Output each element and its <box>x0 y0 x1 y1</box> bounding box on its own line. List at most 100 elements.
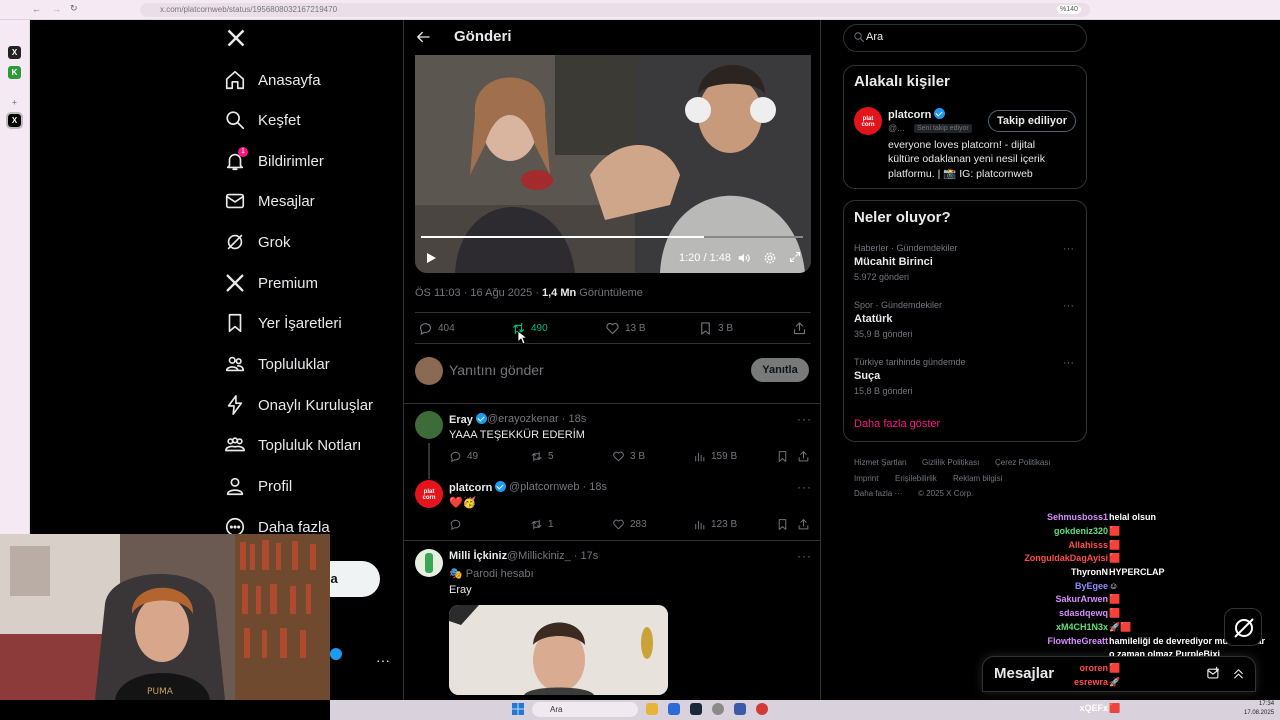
tab-kick-icon[interactable]: K <box>8 66 21 79</box>
back-icon[interactable]: ← <box>32 4 41 14</box>
footer-link[interactable]: Gizlilik Politikası <box>922 458 979 467</box>
footer-link[interactable]: Erişilebilirlik <box>895 474 937 483</box>
repost-action[interactable]: 5 <box>530 450 554 463</box>
nav-item-bookmarks[interactable]: Yer İşaretleri <box>224 308 342 338</box>
footer-more-link[interactable]: Daha fazla ··· <box>854 489 902 498</box>
new-tab-icon[interactable]: + <box>8 96 21 109</box>
more-icon[interactable]: ··· <box>797 480 812 494</box>
footer-link[interactable]: Çerez Politikası <box>995 458 1051 467</box>
nav-item-premium[interactable]: Premium <box>224 268 318 298</box>
grok-icon <box>1234 618 1254 638</box>
reply-action[interactable] <box>449 518 467 531</box>
reload-icon[interactable]: ↻ <box>70 3 78 14</box>
tab-x-active-icon[interactable]: X <box>6 112 23 129</box>
webcam-overlay: PUMA <box>0 534 330 700</box>
play-icon[interactable] <box>425 252 437 264</box>
platcorn-logo-avatar[interactable]: plat corn <box>854 107 882 135</box>
nav-item-verified-orgs[interactable]: Onaylı Kuruluşlar <box>224 390 373 420</box>
more-icon[interactable]: ··· <box>797 412 812 426</box>
reply-action[interactable]: 49 <box>449 450 478 463</box>
chat-line: Sehmusboss1 helal olsun <box>1000 512 1280 526</box>
grok-button[interactable] <box>1224 608 1262 646</box>
more-icon[interactable]: ··· <box>797 549 812 563</box>
related-name[interactable]: platcorn <box>888 108 946 121</box>
more-icon[interactable]: ··· <box>1063 357 1074 369</box>
gear-icon[interactable] <box>763 251 777 265</box>
footer-link[interactable]: Hizmet Şartları <box>854 458 907 467</box>
footer-link[interactable]: Reklam bilgisi <box>953 474 1002 483</box>
platcorn-logo-avatar[interactable]: plat corn <box>415 480 443 508</box>
tweet-media-image <box>449 605 668 695</box>
share-icon[interactable] <box>797 518 810 531</box>
tweet-author[interactable]: platcorn <box>449 481 507 494</box>
back-arrow-icon[interactable] <box>414 28 432 46</box>
chat-message: HYPERCLAP <box>1109 567 1165 577</box>
nav-item-explore[interactable]: Keşfet <box>224 105 301 135</box>
folder-icon[interactable] <box>646 703 658 715</box>
browser-taskbar-icon[interactable] <box>756 703 768 715</box>
obs-icon[interactable] <box>712 703 724 715</box>
nav-item-messages[interactable]: Mesajlar <box>224 186 315 216</box>
views-action[interactable]: 159 B <box>693 450 737 463</box>
chat-line: Allahisss 🟥 <box>1000 540 1280 554</box>
like-action[interactable]: 283 <box>612 518 647 531</box>
tweet-author[interactable]: Eray <box>449 413 487 426</box>
tweet-handle[interactable]: @erayozkenar · 18s <box>487 413 586 425</box>
like-action[interactable]: 13 B <box>605 321 646 336</box>
bookmark-icon[interactable] <box>776 450 789 463</box>
nav-item-notifications[interactable]: 1 Bildirimler <box>224 146 324 176</box>
chat-user: esrewra <box>1073 677 1108 687</box>
lightning-icon <box>227 395 243 415</box>
tweet-handle[interactable]: @Millickiniz_ · 17s <box>507 550 598 562</box>
views-count: 123 B <box>711 519 738 530</box>
nav-item-communities[interactable]: Topluluklar <box>224 349 330 379</box>
tweet-handle[interactable]: @platcornweb · 18s <box>509 481 607 493</box>
forward-icon[interactable]: → <box>52 4 61 14</box>
more-icon[interactable]: ··· <box>1063 243 1074 255</box>
volume-icon[interactable] <box>737 251 751 265</box>
address-bar[interactable]: x.com/platcornweb/status/195680803216721… <box>140 3 1090 17</box>
x-logo-icon[interactable] <box>226 28 246 48</box>
avatar[interactable] <box>415 411 443 439</box>
chat-user: gokdeniz320 <box>1053 526 1108 536</box>
reply-input[interactable]: Yanıtını gönder <box>449 362 544 378</box>
nav-item-grok[interactable]: Grok <box>224 227 291 257</box>
tweet-media[interactable] <box>449 605 668 695</box>
avatar <box>415 357 443 385</box>
bookmark-action[interactable]: 3 B <box>698 321 733 336</box>
trend-category: Türkiye tarihinde gündemde <box>854 357 966 367</box>
account-menu-icon[interactable]: ··· <box>376 652 390 668</box>
share-icon[interactable] <box>792 321 807 336</box>
nav-item-profile[interactable]: Profil <box>224 471 292 501</box>
reply-action[interactable]: 404 <box>418 321 455 336</box>
footer-link[interactable]: Imprint <box>854 474 878 483</box>
like-action[interactable]: 3 B <box>612 450 645 463</box>
repost-action[interactable]: 1 <box>530 518 554 531</box>
show-more-link[interactable]: Daha fazla göster <box>854 418 940 430</box>
reply-button[interactable]: Yanıtla <box>751 358 809 382</box>
taskbar-search[interactable]: Ara <box>532 702 638 717</box>
taskbar-app-icon[interactable] <box>668 703 680 715</box>
windows-start-icon[interactable] <box>512 703 524 715</box>
share-icon[interactable] <box>797 450 810 463</box>
repost-action[interactable]: 490 <box>511 321 548 336</box>
divider <box>403 403 821 404</box>
chat-line: xQEFx 🟥 <box>1000 703 1280 717</box>
more-icon[interactable]: ··· <box>1063 300 1074 312</box>
reply-icon <box>450 519 461 530</box>
avatar[interactable] <box>415 549 443 577</box>
views-action[interactable]: 123 B <box>693 518 737 531</box>
video-player[interactable] <box>415 55 811 273</box>
steam-icon[interactable] <box>690 703 702 715</box>
thread-line <box>428 443 430 479</box>
svg-text:PUMA: PUMA <box>147 687 174 697</box>
nav-item-home[interactable]: Anasayfa <box>224 65 321 95</box>
nav-item-community-notes[interactable]: Topluluk Notları <box>224 430 361 460</box>
zoom-level[interactable]: %140 <box>1057 5 1081 14</box>
tweet-author-name[interactable]: Milli İçkiniz <box>449 550 507 562</box>
bookmark-icon[interactable] <box>776 518 789 531</box>
taskbar-app-icon[interactable] <box>734 703 746 715</box>
tab-x-icon[interactable]: X <box>8 46 21 59</box>
following-button[interactable]: Takip ediliyor <box>988 110 1076 132</box>
fullscreen-icon[interactable] <box>789 251 801 263</box>
